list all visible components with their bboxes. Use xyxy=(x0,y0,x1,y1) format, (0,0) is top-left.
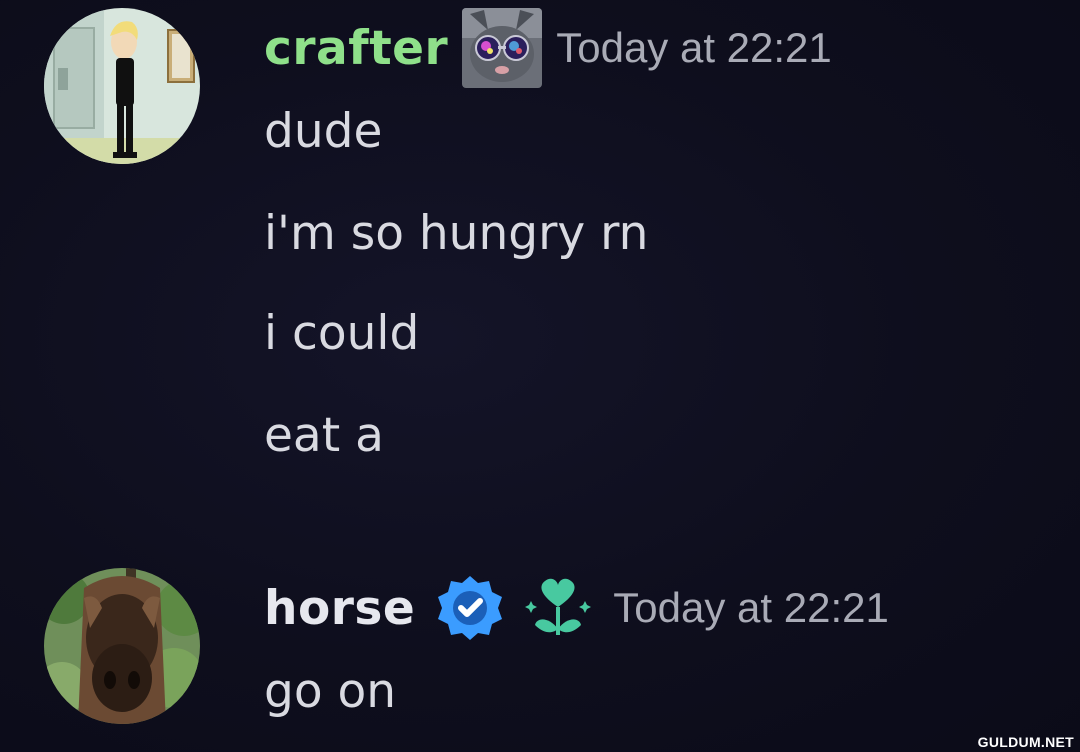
username[interactable]: crafter xyxy=(264,21,448,76)
watermark: GULDUM.NET xyxy=(977,734,1074,750)
heart-flower-icon[interactable] xyxy=(523,573,593,643)
message-header: crafter Today at 22:21 xyxy=(264,8,832,88)
chat-log: crafter Today at 22:21 dude i'm so hungr… xyxy=(0,0,1080,752)
message-line: i'm so hungry rn xyxy=(264,206,649,261)
message-line: go on xyxy=(264,664,397,719)
cartoon-character-avatar-image xyxy=(44,8,200,164)
username[interactable]: horse xyxy=(264,581,415,636)
avatar-crafter[interactable] xyxy=(44,8,200,164)
timestamp[interactable]: Today at 22:21 xyxy=(556,24,832,72)
message-line: i could xyxy=(264,306,420,361)
verified-check-icon[interactable] xyxy=(435,573,505,643)
message-line: eat a xyxy=(264,408,384,463)
message-header: horse Today at 22:21 xyxy=(264,568,889,648)
avatar-horse[interactable] xyxy=(44,568,200,724)
cat-sunglasses-icon[interactable] xyxy=(462,8,543,88)
horse-photo-avatar-image xyxy=(44,568,200,724)
timestamp[interactable]: Today at 22:21 xyxy=(613,584,889,632)
message-line: dude xyxy=(264,104,383,159)
